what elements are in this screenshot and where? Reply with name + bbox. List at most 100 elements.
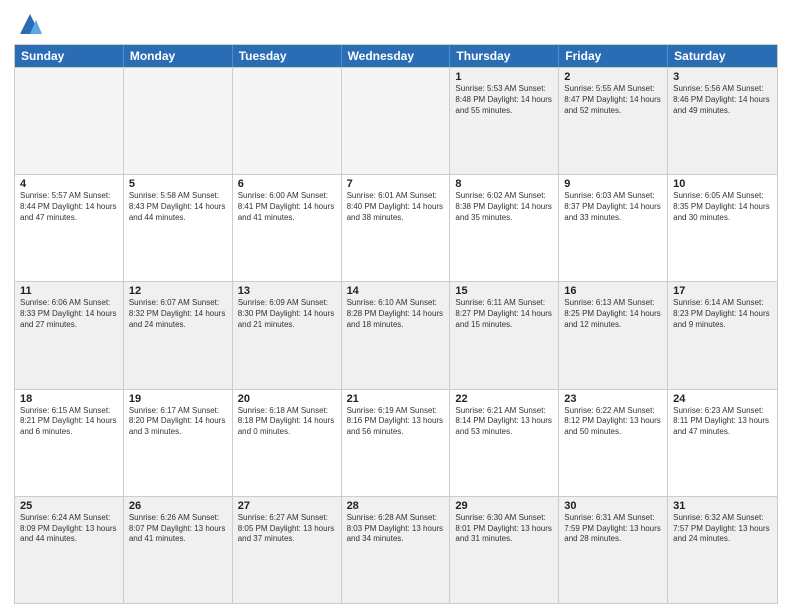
day-info: Sunrise: 6:32 AM Sunset: 7:57 PM Dayligh… — [673, 513, 772, 545]
day-number: 11 — [20, 285, 118, 297]
cal-row-2: 11Sunrise: 6:06 AM Sunset: 8:33 PM Dayli… — [15, 281, 777, 388]
day-number: 23 — [564, 393, 662, 405]
day-info: Sunrise: 6:24 AM Sunset: 8:09 PM Dayligh… — [20, 513, 118, 545]
day-info: Sunrise: 6:02 AM Sunset: 8:38 PM Dayligh… — [455, 191, 553, 223]
cal-cell-0-1 — [124, 68, 233, 174]
cal-cell-1-1: 5Sunrise: 5:58 AM Sunset: 8:43 PM Daylig… — [124, 175, 233, 281]
day-info: Sunrise: 6:19 AM Sunset: 8:16 PM Dayligh… — [347, 406, 445, 438]
day-info: Sunrise: 6:27 AM Sunset: 8:05 PM Dayligh… — [238, 513, 336, 545]
cal-cell-2-5: 16Sunrise: 6:13 AM Sunset: 8:25 PM Dayli… — [559, 282, 668, 388]
cal-cell-1-4: 8Sunrise: 6:02 AM Sunset: 8:38 PM Daylig… — [450, 175, 559, 281]
cal-cell-4-1: 26Sunrise: 6:26 AM Sunset: 8:07 PM Dayli… — [124, 497, 233, 603]
day-number: 17 — [673, 285, 772, 297]
day-info: Sunrise: 5:53 AM Sunset: 8:48 PM Dayligh… — [455, 84, 553, 116]
cal-cell-2-3: 14Sunrise: 6:10 AM Sunset: 8:28 PM Dayli… — [342, 282, 451, 388]
day-number: 1 — [455, 71, 553, 83]
day-number: 29 — [455, 500, 553, 512]
cal-cell-4-3: 28Sunrise: 6:28 AM Sunset: 8:03 PM Dayli… — [342, 497, 451, 603]
cal-cell-1-2: 6Sunrise: 6:00 AM Sunset: 8:41 PM Daylig… — [233, 175, 342, 281]
calendar-body: 1Sunrise: 5:53 AM Sunset: 8:48 PM Daylig… — [15, 67, 777, 603]
day-number: 24 — [673, 393, 772, 405]
day-number: 28 — [347, 500, 445, 512]
day-info: Sunrise: 6:11 AM Sunset: 8:27 PM Dayligh… — [455, 298, 553, 330]
day-info: Sunrise: 6:28 AM Sunset: 8:03 PM Dayligh… — [347, 513, 445, 545]
cal-cell-3-4: 22Sunrise: 6:21 AM Sunset: 8:14 PM Dayli… — [450, 390, 559, 496]
cal-cell-0-2 — [233, 68, 342, 174]
day-number: 18 — [20, 393, 118, 405]
day-info: Sunrise: 6:13 AM Sunset: 8:25 PM Dayligh… — [564, 298, 662, 330]
cal-cell-4-5: 30Sunrise: 6:31 AM Sunset: 7:59 PM Dayli… — [559, 497, 668, 603]
day-info: Sunrise: 6:03 AM Sunset: 8:37 PM Dayligh… — [564, 191, 662, 223]
day-info: Sunrise: 5:58 AM Sunset: 8:43 PM Dayligh… — [129, 191, 227, 223]
day-number: 22 — [455, 393, 553, 405]
cal-cell-3-2: 20Sunrise: 6:18 AM Sunset: 8:18 PM Dayli… — [233, 390, 342, 496]
day-number: 10 — [673, 178, 772, 190]
cal-cell-1-6: 10Sunrise: 6:05 AM Sunset: 8:35 PM Dayli… — [668, 175, 777, 281]
cal-cell-0-4: 1Sunrise: 5:53 AM Sunset: 8:48 PM Daylig… — [450, 68, 559, 174]
day-number: 2 — [564, 71, 662, 83]
cal-cell-4-6: 31Sunrise: 6:32 AM Sunset: 7:57 PM Dayli… — [668, 497, 777, 603]
cal-cell-2-4: 15Sunrise: 6:11 AM Sunset: 8:27 PM Dayli… — [450, 282, 559, 388]
day-info: Sunrise: 6:21 AM Sunset: 8:14 PM Dayligh… — [455, 406, 553, 438]
day-number: 14 — [347, 285, 445, 297]
cal-header-cell-friday: Friday — [559, 45, 668, 67]
cal-cell-1-0: 4Sunrise: 5:57 AM Sunset: 8:44 PM Daylig… — [15, 175, 124, 281]
cal-cell-0-5: 2Sunrise: 5:55 AM Sunset: 8:47 PM Daylig… — [559, 68, 668, 174]
day-number: 8 — [455, 178, 553, 190]
day-number: 6 — [238, 178, 336, 190]
cal-cell-3-0: 18Sunrise: 6:15 AM Sunset: 8:21 PM Dayli… — [15, 390, 124, 496]
day-number: 9 — [564, 178, 662, 190]
cal-header-cell-sunday: Sunday — [15, 45, 124, 67]
cal-row-0: 1Sunrise: 5:53 AM Sunset: 8:48 PM Daylig… — [15, 67, 777, 174]
cal-cell-4-0: 25Sunrise: 6:24 AM Sunset: 8:09 PM Dayli… — [15, 497, 124, 603]
cal-cell-2-1: 12Sunrise: 6:07 AM Sunset: 8:32 PM Dayli… — [124, 282, 233, 388]
cal-cell-0-3 — [342, 68, 451, 174]
cal-cell-3-6: 24Sunrise: 6:23 AM Sunset: 8:11 PM Dayli… — [668, 390, 777, 496]
logo-icon — [16, 10, 44, 38]
day-info: Sunrise: 5:56 AM Sunset: 8:46 PM Dayligh… — [673, 84, 772, 116]
cal-cell-3-5: 23Sunrise: 6:22 AM Sunset: 8:12 PM Dayli… — [559, 390, 668, 496]
cal-row-1: 4Sunrise: 5:57 AM Sunset: 8:44 PM Daylig… — [15, 174, 777, 281]
day-number: 26 — [129, 500, 227, 512]
day-info: Sunrise: 6:22 AM Sunset: 8:12 PM Dayligh… — [564, 406, 662, 438]
day-number: 7 — [347, 178, 445, 190]
day-number: 5 — [129, 178, 227, 190]
day-number: 19 — [129, 393, 227, 405]
day-info: Sunrise: 6:09 AM Sunset: 8:30 PM Dayligh… — [238, 298, 336, 330]
calendar-header: SundayMondayTuesdayWednesdayThursdayFrid… — [15, 45, 777, 67]
day-number: 21 — [347, 393, 445, 405]
cal-cell-1-3: 7Sunrise: 6:01 AM Sunset: 8:40 PM Daylig… — [342, 175, 451, 281]
day-number: 15 — [455, 285, 553, 297]
day-info: Sunrise: 6:23 AM Sunset: 8:11 PM Dayligh… — [673, 406, 772, 438]
day-number: 16 — [564, 285, 662, 297]
cal-header-cell-wednesday: Wednesday — [342, 45, 451, 67]
day-info: Sunrise: 6:17 AM Sunset: 8:20 PM Dayligh… — [129, 406, 227, 438]
cal-row-4: 25Sunrise: 6:24 AM Sunset: 8:09 PM Dayli… — [15, 496, 777, 603]
cal-cell-2-2: 13Sunrise: 6:09 AM Sunset: 8:30 PM Dayli… — [233, 282, 342, 388]
day-info: Sunrise: 5:55 AM Sunset: 8:47 PM Dayligh… — [564, 84, 662, 116]
day-number: 4 — [20, 178, 118, 190]
day-info: Sunrise: 6:10 AM Sunset: 8:28 PM Dayligh… — [347, 298, 445, 330]
cal-row-3: 18Sunrise: 6:15 AM Sunset: 8:21 PM Dayli… — [15, 389, 777, 496]
cal-header-cell-monday: Monday — [124, 45, 233, 67]
day-info: Sunrise: 5:57 AM Sunset: 8:44 PM Dayligh… — [20, 191, 118, 223]
header — [14, 10, 778, 38]
day-info: Sunrise: 6:18 AM Sunset: 8:18 PM Dayligh… — [238, 406, 336, 438]
page: SundayMondayTuesdayWednesdayThursdayFrid… — [0, 0, 792, 612]
cal-cell-3-3: 21Sunrise: 6:19 AM Sunset: 8:16 PM Dayli… — [342, 390, 451, 496]
cal-cell-3-1: 19Sunrise: 6:17 AM Sunset: 8:20 PM Dayli… — [124, 390, 233, 496]
logo — [14, 10, 44, 38]
day-info: Sunrise: 6:14 AM Sunset: 8:23 PM Dayligh… — [673, 298, 772, 330]
cal-cell-4-4: 29Sunrise: 6:30 AM Sunset: 8:01 PM Dayli… — [450, 497, 559, 603]
day-number: 31 — [673, 500, 772, 512]
day-info: Sunrise: 6:00 AM Sunset: 8:41 PM Dayligh… — [238, 191, 336, 223]
day-info: Sunrise: 6:26 AM Sunset: 8:07 PM Dayligh… — [129, 513, 227, 545]
day-number: 27 — [238, 500, 336, 512]
cal-cell-2-6: 17Sunrise: 6:14 AM Sunset: 8:23 PM Dayli… — [668, 282, 777, 388]
cal-header-cell-thursday: Thursday — [450, 45, 559, 67]
cal-header-cell-tuesday: Tuesday — [233, 45, 342, 67]
day-number: 30 — [564, 500, 662, 512]
day-info: Sunrise: 6:15 AM Sunset: 8:21 PM Dayligh… — [20, 406, 118, 438]
day-number: 25 — [20, 500, 118, 512]
cal-cell-0-6: 3Sunrise: 5:56 AM Sunset: 8:46 PM Daylig… — [668, 68, 777, 174]
